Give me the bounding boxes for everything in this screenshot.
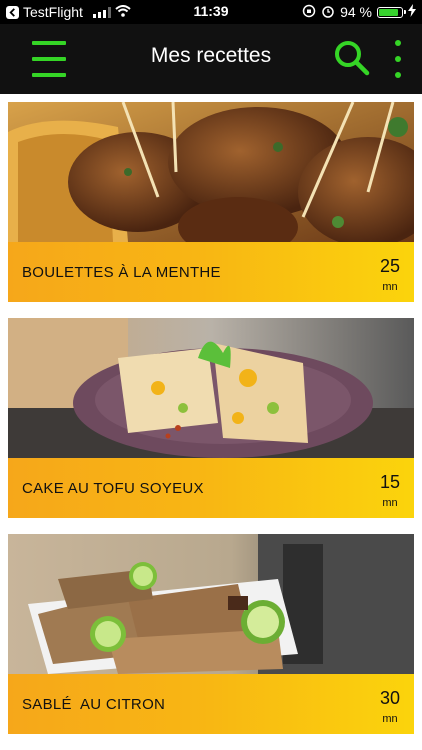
status-bar: TestFlight 11:39 94 % bbox=[0, 0, 422, 24]
recipe-duration: 25 mn bbox=[380, 256, 400, 294]
duration-value: 25 bbox=[379, 256, 400, 276]
recipe-title: BOULETTES À LA MENTHE bbox=[22, 264, 221, 281]
battery-percent: 94 % bbox=[340, 4, 372, 20]
recipe-photo-sable[interactable] bbox=[8, 534, 414, 674]
search-icon[interactable] bbox=[332, 38, 372, 78]
duration-value: 15 bbox=[379, 472, 400, 492]
recipe-card[interactable]: CAKE AU TOFU SOYEUX 15 mn bbox=[8, 318, 414, 518]
recipe-info-band[interactable]: SABLÉ AU CITRON 30 mn bbox=[8, 674, 414, 734]
recipe-photo-boulettes[interactable] bbox=[8, 102, 414, 242]
charging-icon bbox=[408, 4, 416, 20]
orientation-lock-icon bbox=[302, 4, 316, 21]
duration-unit: mn bbox=[382, 713, 398, 725]
recipe-card[interactable]: SABLÉ AU CITRON 30 mn bbox=[8, 534, 414, 734]
recipe-info-band[interactable]: BOULETTES À LA MENTHE 25 mn bbox=[8, 242, 414, 302]
recipe-title: SABLÉ AU CITRON bbox=[22, 696, 166, 713]
recipe-duration: 15 mn bbox=[380, 472, 400, 510]
duration-value: 30 bbox=[379, 688, 400, 708]
status-right: 94 % bbox=[302, 3, 416, 21]
recipe-photo-cake[interactable] bbox=[8, 318, 414, 458]
recipe-info-band[interactable]: CAKE AU TOFU SOYEUX 15 mn bbox=[8, 458, 414, 518]
battery-icon bbox=[377, 6, 406, 18]
recipe-title: CAKE AU TOFU SOYEUX bbox=[22, 480, 204, 497]
recipe-list: BOULETTES À LA MENTHE 25 mn CAKE AU TOFU… bbox=[0, 94, 422, 750]
app-header: Mes recettes bbox=[0, 24, 422, 94]
duration-unit: mn bbox=[382, 281, 398, 293]
alarm-icon bbox=[321, 4, 335, 21]
duration-unit: mn bbox=[382, 497, 398, 509]
recipe-duration: 30 mn bbox=[380, 688, 400, 726]
recipe-card[interactable]: BOULETTES À LA MENTHE 25 mn bbox=[8, 102, 414, 302]
more-options-icon[interactable] bbox=[392, 40, 404, 78]
battery-level bbox=[379, 8, 398, 16]
